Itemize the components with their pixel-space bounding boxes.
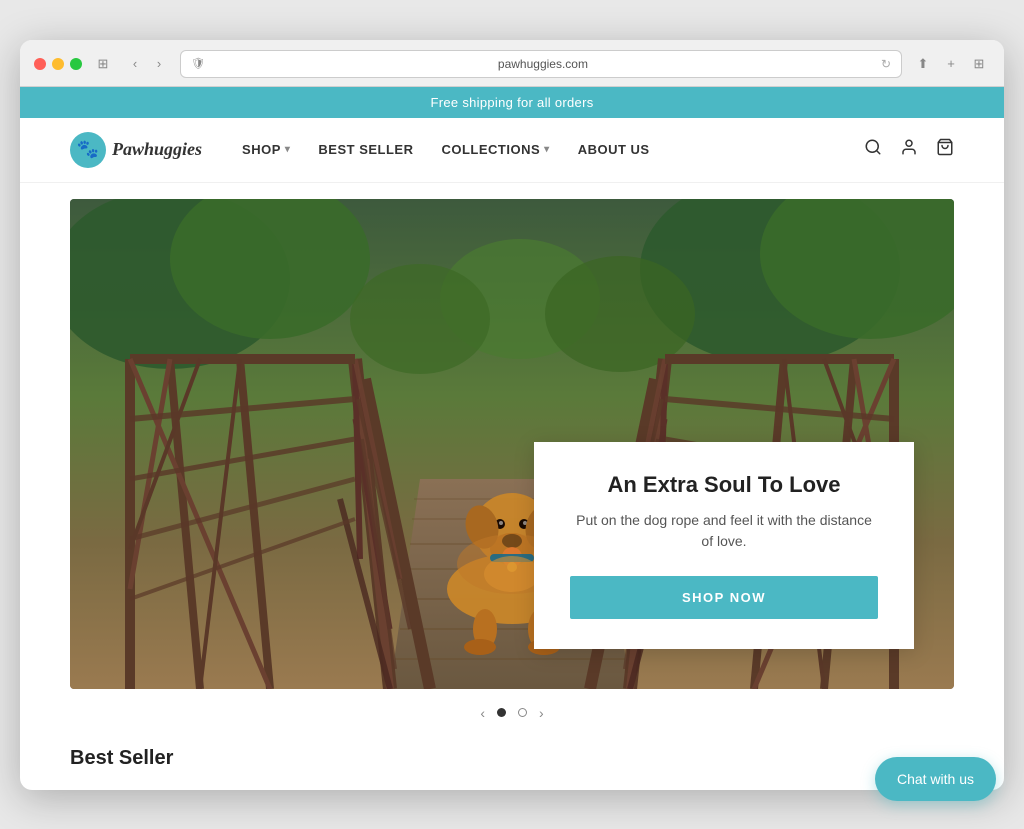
- browser-actions: ⬆ + ⊞: [912, 53, 990, 75]
- tabs-button[interactable]: ⊞: [968, 53, 990, 75]
- hero-image: An Extra Soul To Love Put on the dog rop…: [70, 199, 954, 689]
- site-header: 🐾 Pawhuggies SHOP ▾ BEST SELLER COLLECTI…: [20, 118, 1004, 183]
- carousel-controls: ‹ ›: [70, 689, 954, 737]
- best-seller-heading: Best Seller: [20, 737, 1004, 790]
- back-button[interactable]: ‹: [124, 53, 146, 75]
- nav-item-collections[interactable]: COLLECTIONS ▾: [441, 142, 549, 157]
- header-icons: [864, 138, 954, 161]
- hero-card: An Extra Soul To Love Put on the dog rop…: [534, 442, 914, 649]
- search-icon[interactable]: [864, 138, 882, 161]
- announcement-text: Free shipping for all orders: [430, 95, 593, 110]
- shop-now-button[interactable]: SHOP NOW: [570, 576, 878, 619]
- url-text: pawhuggies.com: [211, 57, 875, 71]
- forward-button[interactable]: ›: [148, 53, 170, 75]
- hero-card-title: An Extra Soul To Love: [570, 472, 878, 498]
- nav-item-about-us[interactable]: ABOUT US: [578, 142, 650, 157]
- reload-icon[interactable]: ↻: [881, 57, 891, 71]
- hero-container: An Extra Soul To Love Put on the dog rop…: [70, 199, 954, 737]
- main-nav: SHOP ▾ BEST SELLER COLLECTIONS ▾ ABOUT U…: [242, 142, 864, 157]
- sidebar-toggle-button[interactable]: ⊞: [92, 53, 114, 75]
- carousel-next-button[interactable]: ›: [539, 705, 544, 721]
- logo-icon: 🐾: [70, 132, 106, 168]
- traffic-lights: [34, 58, 82, 70]
- logo-text: Pawhuggies: [112, 139, 202, 160]
- browser-window: ⊞ ‹ › 🛡 pawhuggies.com ↻ ⬆ + ⊞ Free ship…: [20, 40, 1004, 790]
- account-icon[interactable]: [900, 138, 918, 161]
- close-button[interactable]: [34, 58, 46, 70]
- chevron-down-icon: ▾: [544, 144, 550, 155]
- browser-chrome: ⊞ ‹ › 🛡 pawhuggies.com ↻ ⬆ + ⊞: [20, 40, 1004, 87]
- hero-card-subtitle: Put on the dog rope and feel it with the…: [570, 510, 878, 552]
- share-button[interactable]: ⬆: [912, 53, 934, 75]
- nav-item-best-seller[interactable]: BEST SELLER: [318, 142, 413, 157]
- minimize-button[interactable]: [52, 58, 64, 70]
- cart-icon[interactable]: [936, 138, 954, 161]
- chevron-down-icon: ▾: [285, 144, 291, 155]
- new-tab-button[interactable]: +: [940, 53, 962, 75]
- maximize-button[interactable]: [70, 58, 82, 70]
- carousel-prev-button[interactable]: ‹: [480, 705, 485, 721]
- carousel-dot-1[interactable]: [497, 708, 506, 717]
- security-icon: 🛡: [191, 57, 205, 70]
- chat-button[interactable]: Chat with us: [875, 757, 996, 801]
- announcement-bar: Free shipping for all orders: [20, 87, 1004, 118]
- address-bar-area: 🛡 pawhuggies.com ↻: [180, 50, 902, 78]
- logo[interactable]: 🐾 Pawhuggies: [70, 132, 202, 168]
- carousel-dot-2[interactable]: [518, 708, 527, 717]
- nav-item-shop[interactable]: SHOP ▾: [242, 142, 290, 157]
- address-bar[interactable]: 🛡 pawhuggies.com ↻: [180, 50, 902, 78]
